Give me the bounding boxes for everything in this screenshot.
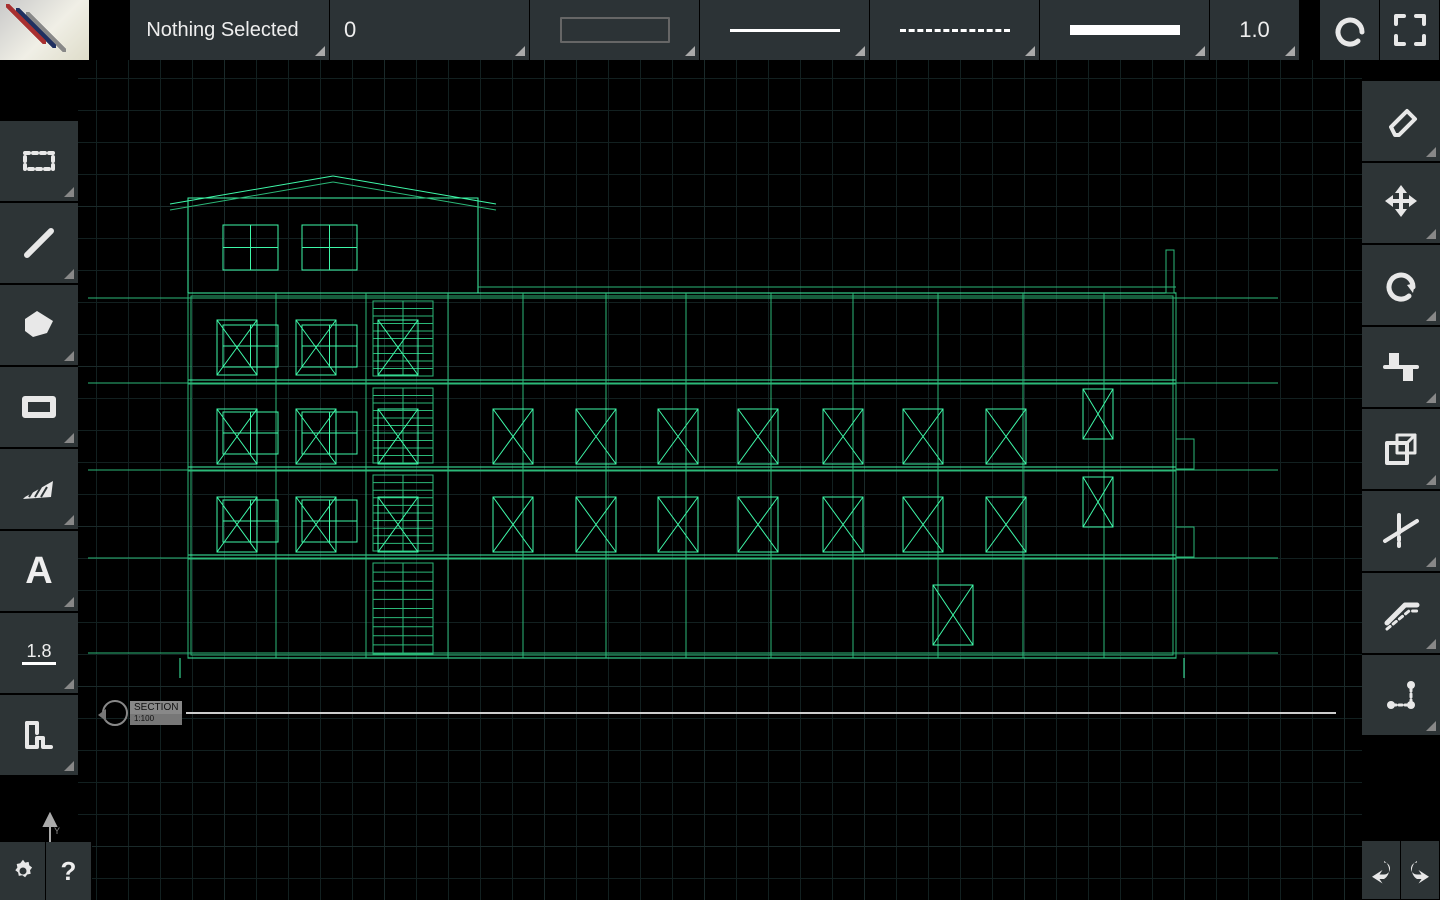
color-swatch: [560, 17, 670, 43]
dropdown-caret-icon: [855, 46, 865, 56]
right-toolbar: [1362, 60, 1440, 900]
block-tool[interactable]: [0, 694, 78, 776]
settings-button[interactable]: [0, 842, 46, 900]
select-region-tool[interactable]: [0, 120, 78, 202]
undo-button-2[interactable]: [1362, 840, 1401, 900]
section-head-icon: [102, 700, 128, 726]
selection-dropdown[interactable]: Nothing Selected: [130, 0, 330, 60]
dropdown-caret-icon: [64, 597, 74, 607]
dropdown-caret-icon: [1426, 229, 1436, 239]
toolbar-spacer: [90, 0, 130, 60]
offset-icon: [1381, 593, 1421, 633]
trim-tool[interactable]: [1362, 490, 1440, 572]
redo-button[interactable]: [1401, 840, 1440, 900]
color-swatch-dropdown[interactable]: [530, 0, 700, 60]
rotate-icon: [1381, 265, 1421, 305]
dropdown-caret-icon: [1426, 639, 1436, 649]
selection-label: Nothing Selected: [132, 19, 326, 42]
dropdown-caret-icon: [1285, 46, 1295, 56]
dropdown-caret-icon: [685, 46, 695, 56]
hatch-tool[interactable]: [0, 448, 78, 530]
trim-icon: [1381, 511, 1421, 551]
layer-dropdown[interactable]: 0: [330, 0, 530, 60]
align-icon: [1381, 347, 1421, 387]
app-icon[interactable]: [0, 0, 90, 60]
eraser-icon: [1381, 101, 1421, 141]
lineweight-tool[interactable]: 1.8: [0, 612, 78, 694]
undo-icon: [1330, 10, 1370, 50]
toolbar-spacer: [1300, 0, 1320, 60]
rectangle-tool[interactable]: [0, 366, 78, 448]
scale-tool[interactable]: [1362, 408, 1440, 490]
svg-text:Y: Y: [54, 826, 60, 836]
dropdown-caret-icon: [1426, 721, 1436, 731]
undo-icon: [1366, 850, 1396, 890]
rectangle-icon: [19, 387, 59, 427]
corner-icon: [1381, 675, 1421, 715]
bottom-left-buttons: ?: [0, 842, 92, 900]
move-icon: [1381, 183, 1421, 223]
lineweight-value-dropdown[interactable]: 1.0: [1210, 0, 1300, 60]
align-tool[interactable]: [1362, 326, 1440, 408]
cad-drawing: [78, 60, 1362, 900]
section-title: SECTION: [130, 701, 182, 714]
left-toolbar: A 1.8: [0, 60, 78, 900]
line-weight-icon: [1070, 25, 1180, 35]
line-icon: [19, 223, 59, 263]
dropdown-caret-icon: [315, 46, 325, 56]
corner-tool[interactable]: [1362, 654, 1440, 736]
fullscreen-button[interactable]: [1380, 0, 1440, 60]
dropdown-caret-icon: [1025, 46, 1035, 56]
dropdown-caret-icon: [1426, 311, 1436, 321]
dropdown-caret-icon: [515, 46, 525, 56]
rotate-tool[interactable]: [1362, 244, 1440, 326]
dropdown-caret-icon: [1426, 147, 1436, 157]
hatch-icon: [19, 469, 59, 509]
section-line: [186, 712, 1336, 714]
dropdown-caret-icon: [1426, 475, 1436, 485]
dropdown-caret-icon: [64, 515, 74, 525]
help-label: ?: [61, 856, 77, 887]
block-icon: [19, 715, 59, 755]
drawing-canvas[interactable]: SECTION 1:100: [78, 60, 1362, 900]
dropdown-caret-icon: [1426, 557, 1436, 567]
scale-icon: [1381, 429, 1421, 469]
help-button[interactable]: ?: [46, 842, 92, 900]
layer-value: 0: [344, 17, 356, 43]
lineweight-display: 1.8: [22, 642, 55, 665]
dropdown-caret-icon: [64, 187, 74, 197]
dropdown-caret-icon: [1426, 393, 1436, 403]
move-tool[interactable]: [1362, 162, 1440, 244]
section-scale: 1:100: [130, 714, 182, 725]
line-solid-icon: [730, 29, 840, 32]
dropdown-caret-icon: [64, 679, 74, 689]
line-tool[interactable]: [0, 202, 78, 284]
dropdown-caret-icon: [64, 761, 74, 771]
gear-icon: [9, 857, 37, 885]
lineweight-swatch-dropdown[interactable]: [1040, 0, 1210, 60]
offset-tool[interactable]: [1362, 572, 1440, 654]
linestyle-dashed-dropdown[interactable]: [870, 0, 1040, 60]
top-toolbar: Nothing Selected 0 1.0: [0, 0, 1440, 60]
expand-icon: [1390, 10, 1430, 50]
section-marker[interactable]: SECTION 1:100: [102, 700, 1336, 726]
undo-button[interactable]: [1320, 0, 1380, 60]
dropdown-caret-icon: [64, 351, 74, 361]
linestyle-solid-dropdown[interactable]: [700, 0, 870, 60]
polyline-tool[interactable]: [0, 284, 78, 366]
polyline-icon: [19, 305, 59, 345]
lineweight-value: 1.0: [1239, 17, 1270, 43]
erase-tool[interactable]: [1362, 80, 1440, 162]
line-dashed-icon: [900, 29, 1010, 32]
history-buttons: [1362, 840, 1440, 900]
redo-icon: [1405, 850, 1435, 890]
select-icon: [19, 141, 59, 181]
dropdown-caret-icon: [64, 269, 74, 279]
dropdown-caret-icon: [1195, 46, 1205, 56]
dropdown-caret-icon: [64, 433, 74, 443]
text-tool[interactable]: A: [0, 530, 78, 612]
